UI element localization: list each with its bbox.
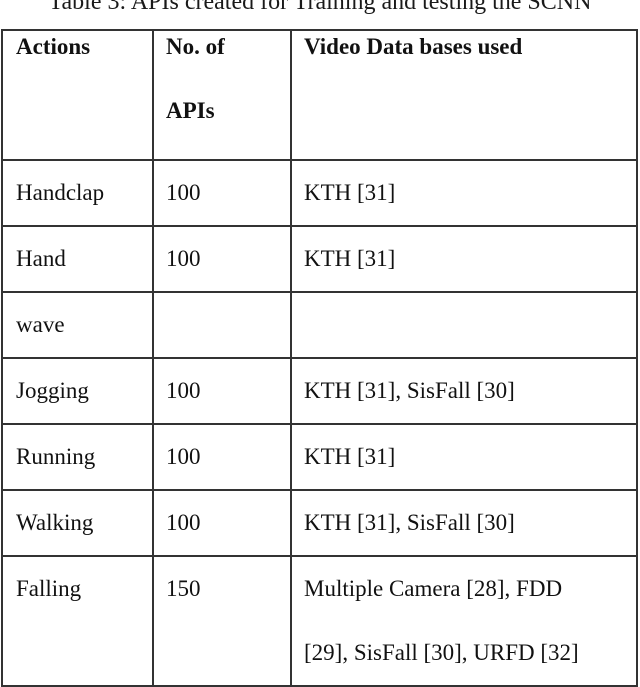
action-text: Running [16, 444, 96, 469]
count-text: 100 [166, 246, 201, 271]
cell-action: Handclap [1, 159, 154, 227]
databases-text [304, 293, 636, 357]
cell-count: 100 [152, 357, 292, 425]
databases-text: KTH [31], SisFall [30] [304, 378, 515, 403]
cell-count: 100 [152, 423, 292, 491]
cell-action: Jogging [1, 357, 154, 425]
header-video-databases-label: Video Data bases used [304, 34, 523, 59]
action-text: Falling [16, 576, 82, 601]
table-row: Jogging 100 KTH [31], SisFall [30] [1, 357, 638, 425]
header-actions: Actions [1, 29, 154, 161]
cell-databases: KTH [31] [290, 159, 638, 227]
table-row: Handclap 100 KTH [31] [1, 159, 638, 227]
header-actions-label: Actions [16, 34, 91, 59]
databases-text: KTH [31] [304, 246, 396, 271]
header-video-databases: Video Data bases used [290, 29, 638, 161]
databases-text-line2: [29], SisFall [30], URFD [32] [304, 640, 579, 665]
count-text: 150 [166, 576, 201, 601]
cell-action: Walking [1, 489, 154, 557]
cell-action: Running [1, 423, 154, 491]
cell-count: 100 [152, 225, 292, 293]
cell-action: Falling [1, 555, 154, 687]
databases-text: KTH [31], SisFall [30] [304, 510, 515, 535]
action-text: Handclap [16, 180, 105, 205]
header-no-of-apis-line1: No. of [166, 34, 225, 59]
table-row: Falling 150 Multiple Camera [28], FDD [2… [1, 555, 638, 687]
table-row: Walking 100 KTH [31], SisFall [30] [1, 489, 638, 557]
table-header-row: Actions No. of APIs Video Data bases use… [1, 29, 638, 161]
header-no-of-apis: No. of APIs [152, 29, 292, 161]
count-text: 100 [166, 180, 201, 205]
cell-action: Hand [1, 225, 154, 293]
cell-databases: KTH [31] [290, 423, 638, 491]
cell-databases: KTH [31], SisFall [30] [290, 357, 638, 425]
header-no-of-apis-line2: APIs [166, 98, 215, 123]
cell-databases: Multiple Camera [28], FDD [29], SisFall … [290, 555, 638, 687]
action-text: Hand [16, 246, 66, 271]
table-row: Hand 100 KTH [31] [1, 225, 638, 293]
api-table: Actions No. of APIs Video Data bases use… [1, 29, 638, 687]
count-text: 100 [166, 444, 201, 469]
action-text: Walking [16, 510, 94, 535]
count-text [166, 293, 290, 357]
table-row: wave [1, 291, 638, 359]
cell-databases: KTH [31] [290, 225, 638, 293]
databases-text-line1: Multiple Camera [28], FDD [304, 576, 563, 601]
cell-databases [290, 291, 638, 359]
action-text: wave [16, 312, 65, 337]
cell-count: 100 [152, 159, 292, 227]
table-caption: Table 3: APIs created for Training and t… [48, 0, 592, 15]
databases-text: KTH [31] [304, 444, 396, 469]
cell-count: 100 [152, 489, 292, 557]
action-text: Jogging [16, 378, 89, 403]
count-text: 100 [166, 510, 201, 535]
count-text: 100 [166, 378, 201, 403]
cell-count [152, 291, 292, 359]
table-row: Running 100 KTH [31] [1, 423, 638, 491]
cell-count: 150 [152, 555, 292, 687]
databases-text: KTH [31] [304, 180, 396, 205]
cell-action: wave [1, 291, 154, 359]
cell-databases: KTH [31], SisFall [30] [290, 489, 638, 557]
